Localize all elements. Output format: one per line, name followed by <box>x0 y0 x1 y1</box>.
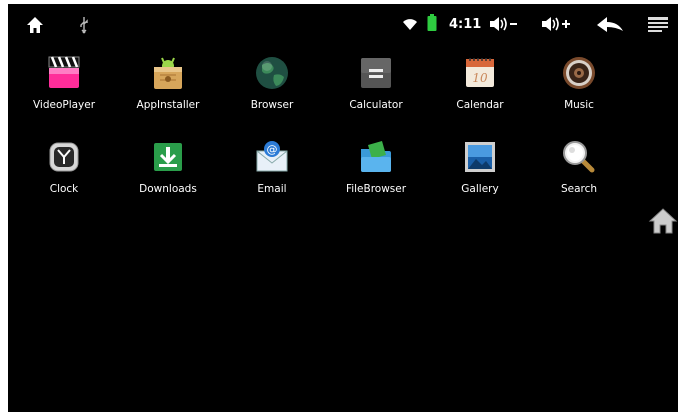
app-email[interactable]: @ Email <box>224 139 320 209</box>
app-label: Search <box>560 183 598 195</box>
app-label: Gallery <box>461 183 499 195</box>
browser-icon <box>254 55 290 91</box>
app-gallery[interactable]: Gallery <box>432 139 528 209</box>
app-downloads[interactable]: Downloads <box>120 139 216 209</box>
app-label: Clock <box>49 183 79 195</box>
gallery-icon <box>462 139 498 175</box>
calendar-icon: 10 <box>462 55 498 91</box>
video-player-icon <box>46 55 82 91</box>
volume-up-icon[interactable] <box>540 15 572 33</box>
volume-down-icon[interactable] <box>488 15 518 33</box>
status-bar: 4:11 <box>8 4 678 44</box>
app-browser[interactable]: Browser <box>224 55 320 125</box>
app-music[interactable]: Music <box>531 55 627 125</box>
clock-icon <box>46 139 82 175</box>
app-label: AppInstaller <box>136 99 200 111</box>
app-installer-icon <box>150 55 186 91</box>
svg-text:@: @ <box>267 143 278 156</box>
battery-icon <box>427 14 437 32</box>
app-calendar[interactable]: 10 Calendar <box>432 55 528 125</box>
app-label: Calendar <box>456 99 504 111</box>
home-screen: 4:11 VideoPlayer AppInstaller Browser Ca… <box>8 4 678 412</box>
app-label: VideoPlayer <box>32 99 96 111</box>
app-label: Music <box>564 99 594 111</box>
search-icon <box>561 139 597 175</box>
downloads-icon <box>150 139 186 175</box>
app-calculator[interactable]: Calculator <box>328 55 424 125</box>
home-icon <box>648 206 678 240</box>
back-arrow-icon[interactable] <box>596 16 624 34</box>
menu-icon[interactable] <box>648 17 668 33</box>
app-appinstaller[interactable]: AppInstaller <box>120 55 216 125</box>
app-label: Downloads <box>139 183 197 195</box>
side-home-button[interactable] <box>648 206 678 236</box>
app-label: Calculator <box>349 99 403 111</box>
svg-text:10: 10 <box>472 71 488 85</box>
music-icon <box>561 55 597 91</box>
file-browser-icon <box>358 139 394 175</box>
app-clock[interactable]: Clock <box>16 139 112 209</box>
calculator-icon <box>358 55 394 91</box>
usb-icon <box>78 16 90 34</box>
app-label: Email <box>257 183 287 195</box>
app-videoplayer[interactable]: VideoPlayer <box>16 55 112 125</box>
app-label: Browser <box>250 99 294 111</box>
wifi-icon <box>402 17 418 31</box>
email-icon: @ <box>254 139 290 175</box>
status-time: 4:11 <box>449 17 482 32</box>
app-label: FileBrowser <box>345 183 407 195</box>
app-search[interactable]: Search <box>531 139 627 209</box>
app-filebrowser[interactable]: FileBrowser <box>328 139 424 209</box>
home-icon[interactable] <box>26 16 44 34</box>
